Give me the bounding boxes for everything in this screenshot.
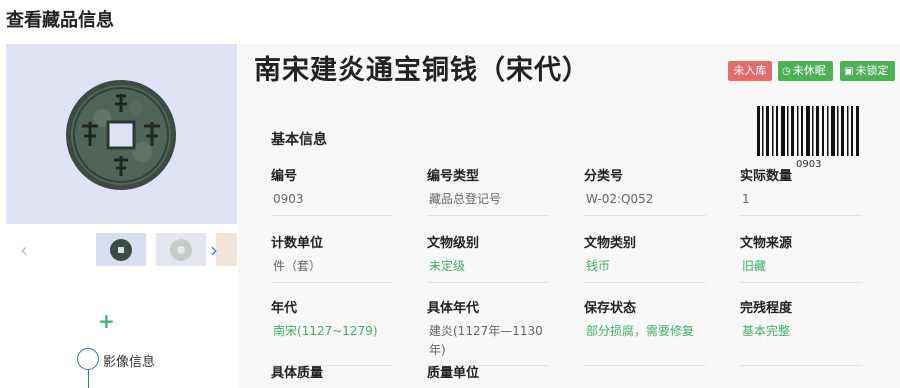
- status-badge-not-locked: ▣ 未锁定: [840, 61, 895, 81]
- timeline-line: [88, 370, 89, 388]
- count-unit-value: 件（套）: [273, 259, 322, 273]
- field-divider: [584, 215, 706, 216]
- relic-category-label: 文物类别: [584, 236, 637, 251]
- preservation-state-value: 部分损腐，需要修复: [586, 324, 695, 338]
- serial-type-value: 藏品总登记号: [429, 192, 502, 206]
- thumbnail-strip: ‹ ›: [6, 232, 237, 268]
- field-divider: [427, 215, 549, 216]
- field-divider: [271, 215, 393, 216]
- actual-quantity-value: 1: [742, 192, 750, 206]
- relic-category-value: 钱币: [586, 259, 611, 273]
- relic-grade-label: 文物级别: [427, 236, 480, 251]
- classification-number-value: W-02:Q052: [586, 192, 654, 206]
- collection-main-image[interactable]: [6, 44, 237, 224]
- field-divider: [740, 365, 862, 366]
- thumbnail-3[interactable]: [216, 233, 237, 266]
- field-divider: [427, 282, 549, 283]
- era-label: 年代: [271, 301, 298, 316]
- relic-source-value: 旧藏: [742, 259, 767, 273]
- relic-source-label: 文物来源: [740, 236, 793, 251]
- basic-info-title: 基本信息: [271, 132, 327, 148]
- preservation-state-label: 保存状态: [584, 301, 637, 316]
- media-info-label[interactable]: 影像信息: [103, 351, 155, 370]
- relic-grade-value: 未定级: [429, 259, 466, 273]
- barcode-number: 0903: [796, 159, 822, 170]
- lock-icon: ▣: [844, 66, 854, 77]
- field-divider: [740, 282, 862, 283]
- status-badge-not-dormant: ◷ 未休眠: [778, 61, 833, 81]
- specific-mass-label: 具体质量: [271, 366, 324, 381]
- count-unit-label: 计数单位: [271, 236, 324, 251]
- barcode-image: [757, 106, 859, 156]
- completeness-value: 基本完整: [742, 324, 791, 338]
- coin-image: [66, 80, 176, 190]
- thumbnail-2[interactable]: [156, 233, 206, 266]
- chevron-left-icon[interactable]: ‹: [20, 238, 28, 262]
- coin-thumbnail-icon: [170, 239, 192, 261]
- field-divider: [740, 215, 862, 216]
- status-badge-not-stored: 未入库: [728, 61, 772, 81]
- classification-number-label: 分类号: [584, 169, 624, 184]
- serial-type-label: 编号类型: [427, 169, 480, 184]
- era-value: 南宋(1127~1279): [273, 324, 378, 338]
- serial-number-label: 编号: [271, 169, 298, 184]
- object-title: 南宋建炎通宝铜钱（宋代）: [254, 55, 590, 86]
- mass-unit-label: 质量单位: [427, 366, 480, 381]
- specific-era-value: 建炎(1127年—1130年): [429, 324, 543, 357]
- field-divider: [271, 282, 393, 283]
- specific-era-label: 具体年代: [427, 301, 480, 316]
- actual-quantity-label: 实际数量: [740, 169, 793, 184]
- thumbnail-1[interactable]: [96, 233, 146, 266]
- page-title: 查看藏品信息: [6, 10, 114, 31]
- chevron-right-icon[interactable]: ›: [210, 238, 218, 262]
- serial-number-value: 0903: [273, 192, 304, 206]
- field-divider: [584, 365, 706, 366]
- media-info-node-icon[interactable]: [77, 348, 99, 370]
- field-divider: [584, 282, 706, 283]
- coin-thumbnail-icon: [110, 239, 132, 261]
- plus-icon[interactable]: +: [98, 311, 115, 331]
- completeness-label: 完残程度: [740, 301, 793, 316]
- clock-icon: ◷: [782, 66, 791, 77]
